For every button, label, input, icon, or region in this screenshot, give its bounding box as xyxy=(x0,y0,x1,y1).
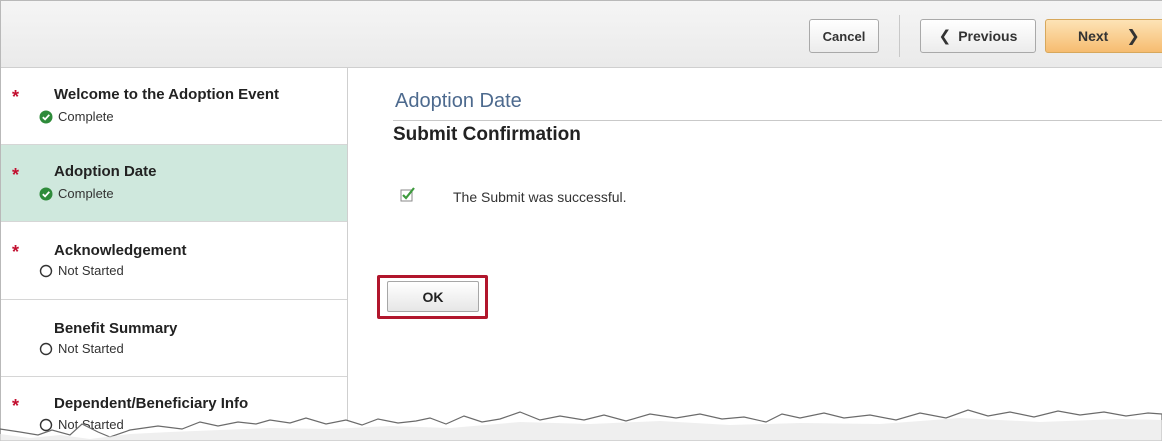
cancel-button[interactable]: Cancel xyxy=(809,19,879,53)
previous-button[interactable]: ❮ Previous xyxy=(920,19,1036,53)
heading-divider xyxy=(393,120,1162,121)
nav-item-benefit-summary[interactable]: Benefit Summary Not Started xyxy=(1,300,347,377)
nav-item-status: Not Started xyxy=(39,263,124,278)
nav-item-title: Benefit Summary xyxy=(54,320,178,337)
empty-circle-icon xyxy=(39,342,53,355)
chevron-right-icon: ❯ xyxy=(1126,28,1140,45)
section-title: Submit Confirmation xyxy=(393,124,581,145)
nav-item-title: Adoption Date xyxy=(54,163,157,180)
nav-item-title: Acknowledgement xyxy=(54,242,187,259)
checkbox-check-icon xyxy=(400,187,415,202)
nav-item-adoption-date[interactable]: * Adoption Date Complete xyxy=(1,145,347,222)
nav-item-welcome[interactable]: * Welcome to the Adoption Event Complete xyxy=(1,68,347,145)
next-button[interactable]: Next ❯ xyxy=(1045,19,1162,53)
status-text: Complete xyxy=(58,186,114,201)
page-heading: Adoption Date xyxy=(395,90,522,112)
status-text: Complete xyxy=(58,109,114,124)
check-circle-icon xyxy=(39,187,53,200)
required-marker: * xyxy=(12,165,20,185)
cancel-label: Cancel xyxy=(822,28,866,44)
empty-circle-icon xyxy=(39,264,53,277)
nav-item-status: Complete xyxy=(39,109,114,124)
required-marker: * xyxy=(12,242,20,262)
ok-button[interactable]: OK xyxy=(387,281,479,312)
toolbar: Cancel ❮ Previous Next ❯ xyxy=(1,1,1162,68)
success-message: The Submit was successful. xyxy=(453,189,627,205)
previous-label: Previous xyxy=(958,28,1018,44)
status-text: Not Started xyxy=(58,341,124,356)
nav-item-status: Not Started xyxy=(39,341,124,356)
nav-item-acknowledgement[interactable]: * Acknowledgement Not Started xyxy=(1,222,347,300)
next-label: Next xyxy=(1078,28,1109,44)
ok-label: OK xyxy=(422,288,444,305)
check-circle-icon xyxy=(39,110,53,123)
nav-item-title: Welcome to the Adoption Event xyxy=(54,86,280,103)
torn-edge-decoration xyxy=(0,409,1162,441)
step-navigation: * Welcome to the Adoption Event Complete… xyxy=(1,68,348,441)
status-text: Not Started xyxy=(58,263,124,278)
required-marker: * xyxy=(12,87,20,107)
toolbar-divider xyxy=(899,15,900,57)
nav-item-status: Complete xyxy=(39,186,114,201)
chevron-left-icon: ❮ xyxy=(938,28,952,45)
